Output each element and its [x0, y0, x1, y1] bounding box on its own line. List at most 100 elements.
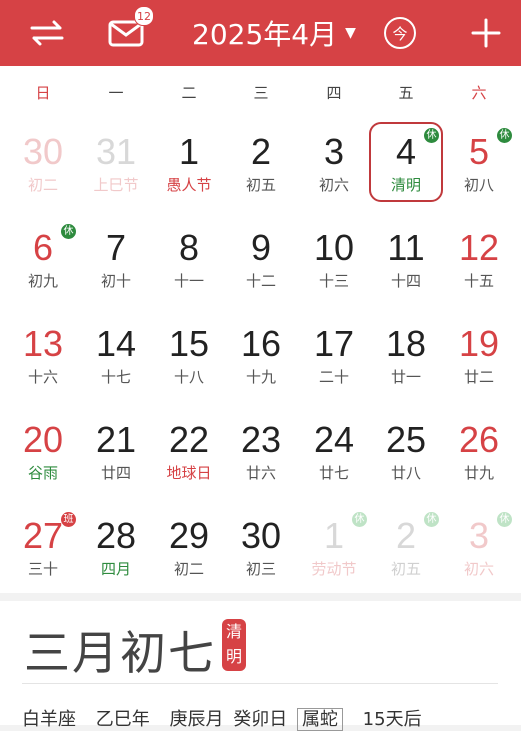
lunar-label: 初五: [245, 176, 276, 194]
swap-view-icon[interactable]: [22, 0, 72, 66]
day-number: 10: [313, 227, 355, 268]
day-number: 29: [168, 515, 210, 556]
mail-badge: 12: [134, 6, 154, 26]
day-number: 1: [178, 131, 200, 172]
today-icon: 今: [384, 17, 416, 49]
day-number: 11: [387, 227, 425, 268]
lunar-label: 上巳节: [93, 176, 139, 194]
day-number: 20: [22, 419, 64, 460]
day-cell[interactable]: 6 初九休: [8, 220, 78, 300]
day-cell[interactable]: 18 廿一: [371, 316, 441, 396]
holiday-badge: 休: [497, 128, 512, 143]
day-cell[interactable]: 21 廿四: [81, 412, 151, 492]
lunar-label: 十四: [390, 272, 421, 290]
day-number: 18: [385, 323, 427, 364]
lunar-label: 廿二: [463, 368, 494, 386]
holiday-badge: 休: [424, 512, 439, 527]
day-number: 8: [178, 227, 200, 268]
lunar-label: 十六: [27, 368, 58, 386]
day-number: 21: [95, 419, 137, 460]
day-cell[interactable]: 26 廿九: [444, 412, 514, 492]
countdown: 15天后: [362, 709, 422, 730]
lunar-label: 初六: [318, 176, 349, 194]
day-cell[interactable]: 9 十二: [226, 220, 296, 300]
lunar-label: 三十: [27, 560, 58, 578]
month-ganzhi: 庚辰月: [169, 709, 224, 730]
holiday-badge: 休: [61, 224, 76, 239]
lunar-label: 初十: [100, 272, 131, 290]
day-cell[interactable]: 8 十一: [154, 220, 224, 300]
day-number: 17: [313, 323, 355, 364]
separator: [0, 593, 521, 601]
day-number: 19: [458, 323, 500, 364]
day-cell[interactable]: 17 二十: [299, 316, 369, 396]
day-cell[interactable]: 20 谷雨: [8, 412, 78, 492]
day-cell[interactable]: 29 初二: [154, 508, 224, 588]
day-number: 22: [168, 419, 210, 460]
day-cell[interactable]: 19 廿二: [444, 316, 514, 396]
day-cell[interactable]: 25 廿八: [371, 412, 441, 492]
day-number: 9: [250, 227, 272, 268]
jump-today-button[interactable]: 今: [380, 0, 420, 66]
lunar-label: 初九: [27, 272, 58, 290]
day-number: 26: [458, 419, 500, 460]
lunar-label: 十七: [100, 368, 131, 386]
lunar-label: 十九: [245, 368, 276, 386]
lunar-label: 廿九: [463, 464, 494, 482]
lunar-label: 廿六: [245, 464, 276, 482]
day-cell[interactable]: 15 十八: [154, 316, 224, 396]
day-number: 13: [22, 323, 64, 364]
lunar-label: 愚人节: [166, 176, 212, 194]
day-cell[interactable]: 23 廿六: [226, 412, 296, 492]
day-cell[interactable]: 3 初六休: [444, 508, 514, 588]
day-cell[interactable]: 1 劳动节休: [299, 508, 369, 588]
day-cell[interactable]: 14 十七: [81, 316, 151, 396]
day-cell[interactable]: 2 初五休: [371, 508, 441, 588]
day-cell[interactable]: 30 初三: [226, 508, 296, 588]
lunar-label: 十三: [318, 272, 349, 290]
lunar-label: 十五: [463, 272, 494, 290]
day-cell[interactable]: 1 愚人节: [154, 124, 224, 204]
day-cell[interactable]: 12 十五: [444, 220, 514, 300]
day-cell[interactable]: 30 初二: [8, 124, 78, 204]
day-cell[interactable]: 31 上巳节: [81, 124, 151, 204]
day-number: 30: [22, 131, 64, 172]
day-cell[interactable]: 3 初六: [299, 124, 369, 204]
day-cell[interactable]: 5 初八休: [444, 124, 514, 204]
add-event-button[interactable]: [466, 0, 506, 66]
lunar-date: 三月初七: [24, 626, 216, 680]
day-cell[interactable]: 7 初十: [81, 220, 151, 300]
solar-term-seal: 清明: [222, 619, 246, 671]
day-cell[interactable]: 2 初五: [226, 124, 296, 204]
weekday-label: 五: [398, 84, 414, 102]
day-number: 3: [323, 131, 345, 172]
holiday-badge: 休: [424, 128, 439, 143]
lunar-label: 谷雨: [27, 464, 58, 482]
lunar-label: 劳动节: [311, 560, 357, 578]
day-cell[interactable]: 22 地球日: [154, 412, 224, 492]
day-cell[interactable]: 27 三十班: [8, 508, 78, 588]
day-cell[interactable]: 13 十六: [8, 316, 78, 396]
lunar-label: 初三: [245, 560, 276, 578]
day-cell[interactable]: 10 十三: [299, 220, 369, 300]
weekday-label: 日: [35, 84, 51, 102]
month-selector[interactable]: 2025年4月 ▼: [192, 0, 356, 66]
day-cell[interactable]: 16 十九: [226, 316, 296, 396]
day-cell-today[interactable]: 4 清明休: [369, 122, 443, 202]
month-grid: 日一二三四五六 30 初二 31 上巳节 1 愚人节 2 初五 3 初六 4 清明休 5 初八休 6 初九休 7…: [0, 66, 521, 593]
day-number: 15: [168, 323, 210, 364]
plus-icon: [471, 18, 501, 48]
lunar-label: 十八: [173, 368, 204, 386]
day-number: 24: [313, 419, 355, 460]
workday-badge: 班: [61, 512, 76, 527]
day-number: 25: [385, 419, 427, 460]
day-detail-panel: 三月初七 清明 白羊座 乙巳年 庚辰月 癸卯日 属蛇 15天后: [0, 601, 521, 731]
day-number: 16: [240, 323, 282, 364]
day-cell[interactable]: 28 四月: [81, 508, 151, 588]
animal-sign: 属蛇: [296, 708, 343, 731]
lunar-label: 四月: [100, 560, 131, 578]
weekday-header: 日一二三四五六: [0, 66, 521, 118]
day-cell[interactable]: 24 廿七: [299, 412, 369, 492]
day-cell[interactable]: 11 十四: [371, 220, 441, 300]
holiday-badge: 休: [497, 512, 512, 527]
